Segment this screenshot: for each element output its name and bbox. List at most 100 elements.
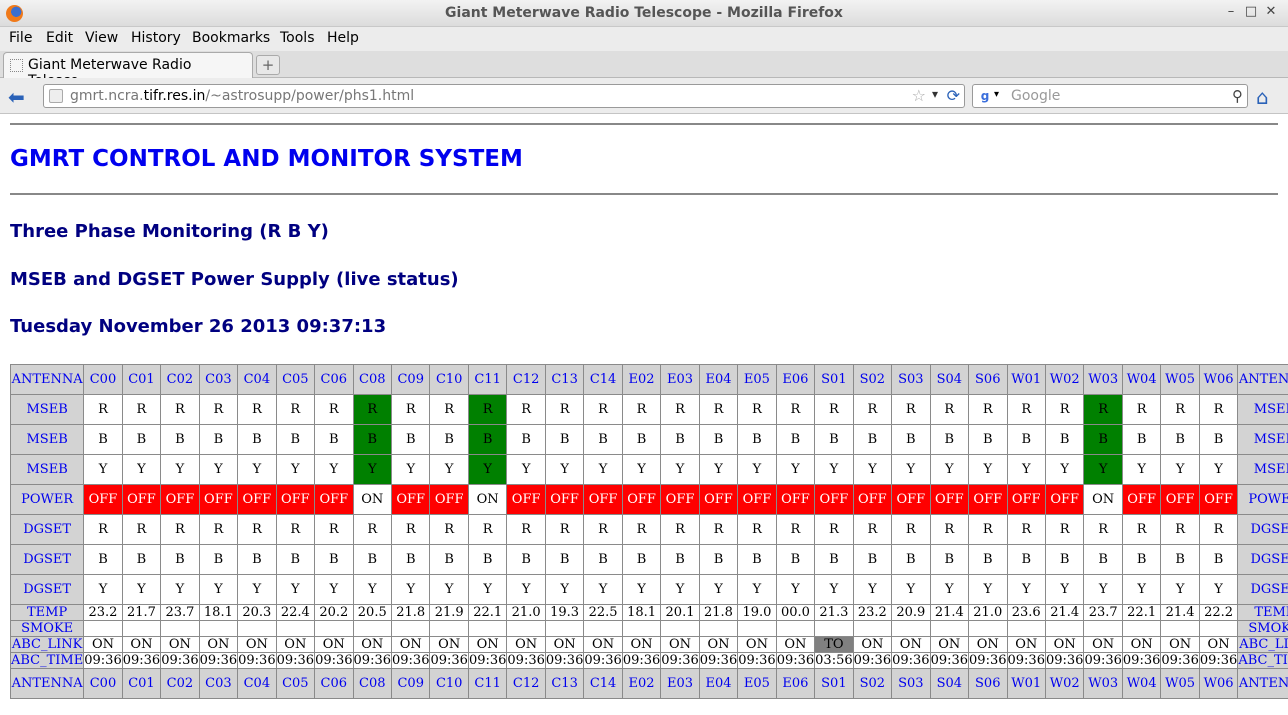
mseb-cell: Y [1006,454,1046,485]
smoke-row: SMOKE SMOKE [9,620,1288,637]
dgset-cell: B [429,544,469,575]
row-label: MSEB [1237,394,1288,425]
smoke-cell [737,620,777,637]
temp-cell: 22.4 [275,604,316,621]
smoke-cell [968,620,1008,637]
power-cell: OFF [506,484,546,515]
antenna-header: E02 [621,364,662,395]
abc-link-cell: TO [814,636,854,653]
antenna-header: C12 [506,364,546,395]
mseb-cell: B [1198,424,1239,455]
url-dropdown-icon[interactable]: ▾ [932,87,938,101]
dgset-cell: Y [160,574,200,605]
binoculars-icon[interactable]: ⚲ [1232,87,1243,105]
google-icon[interactable]: g [977,88,993,104]
temp-cell: 21.8 [390,604,431,621]
mseb-cell: R [121,394,162,425]
search-bar[interactable]: g ▾ Google ⚲ [972,84,1248,108]
dgset-cell: R [929,514,970,545]
site-identity-icon[interactable] [49,89,63,103]
mseb-cell: R [467,394,508,425]
home-icon[interactable]: ⌂ [1256,85,1269,109]
antenna-header: C10 [429,364,469,395]
tab-gmrt[interactable]: Giant Meterwave Radio Telesco... [3,52,253,89]
search-engine-dropdown-icon[interactable]: ▾ [994,89,999,100]
smoke-cell [814,620,854,637]
abc-time-cell: 09:36 [852,652,893,669]
menu-edit[interactable]: Edit [46,30,73,46]
temp-cell: 20.2 [314,604,354,621]
url-bar[interactable]: gmrt.ncra.tifr.res.in/~astrosupp/power/p… [43,84,965,108]
mseb-cell: Y [275,454,316,485]
mseb-cell: Y [237,454,277,485]
antenna-header: C06 [314,364,354,395]
mseb-cell: B [390,424,431,455]
abc-time-cell: 09:36 [1198,652,1239,669]
abc-link-cell: ON [352,636,393,653]
mseb-cell: B [929,424,970,455]
menu-help[interactable]: Help [327,30,359,46]
dgset-cell: Y [237,574,277,605]
row-label: ANTENNA [9,668,85,699]
mseb-cell: B [352,424,393,455]
maximize-button[interactable]: □ [1242,4,1260,19]
antenna-header: C03 [198,668,239,699]
new-tab-button[interactable]: + [256,55,280,75]
dgset-cell: B [314,544,354,575]
dgset-cell: Y [121,574,162,605]
close-button[interactable]: ✕ [1262,4,1280,19]
mseb-cell: R [198,394,239,425]
page-heading: GMRT CONTROL AND MONITOR SYSTEM [10,146,523,172]
smoke-cell [660,620,700,637]
abc-time-cell: 09:36 [929,652,970,669]
power-cell: OFF [1006,484,1046,515]
menu-file[interactable]: File [9,30,32,46]
url-text[interactable]: gmrt.ncra.tifr.res.in/~astrosupp/power/p… [70,88,414,104]
page-content: GMRT CONTROL AND MONITOR SYSTEM Three Ph… [0,115,1288,715]
bookmark-star-icon[interactable]: ☆ [912,86,926,105]
menu-history[interactable]: History [131,30,181,46]
abc-time-cell: 09:36 [237,652,277,669]
mseb-cell: Y [891,454,931,485]
smoke-cell [544,620,585,637]
dgset-cell: Y [814,574,854,605]
mseb-cell: Y [814,454,854,485]
smoke-cell [275,620,316,637]
dgset-cell: Y [737,574,777,605]
dgset-cell: B [1198,544,1239,575]
abc-link-cell: ON [83,636,123,653]
antenna-header: W06 [1198,364,1239,395]
back-arrow-icon[interactable]: ⬅ [8,85,25,109]
temp-cell: 20.3 [237,604,277,621]
antenna-header: E06 [775,668,816,699]
temp-cell: 22.5 [583,604,623,621]
smoke-cell [775,620,816,637]
smoke-cell [852,620,893,637]
dgset-cell: R [467,514,508,545]
menu-bookmarks[interactable]: Bookmarks [192,30,270,46]
temp-cell: 23.7 [160,604,200,621]
dgset-cell: B [1121,544,1162,575]
abc-time-cell: 09:36 [121,652,162,669]
antenna-header: C01 [121,364,162,395]
antenna-header: C11 [467,668,508,699]
antenna-header: E04 [698,668,739,699]
abc-time-cell: 09:36 [429,652,469,669]
dgset-cell: Y [506,574,546,605]
antenna-header: C04 [237,668,277,699]
search-input[interactable]: Google [1011,88,1060,104]
mseb-cell: B [160,424,200,455]
dgset-cell: B [698,544,739,575]
dgset-cell: R [198,514,239,545]
row-label: TEMP [9,604,85,621]
abc-time-cell: 03:56 [814,652,854,669]
smoke-cell [929,620,970,637]
menu-view[interactable]: View [85,30,118,46]
reload-icon[interactable]: ⟳ [947,86,960,105]
antenna-header: E03 [660,668,700,699]
antenna-header: C11 [467,364,508,395]
row-label: ABC_TIME [1237,652,1288,669]
minimize-button[interactable]: – [1222,4,1240,19]
power-cell: OFF [198,484,239,515]
menu-tools[interactable]: Tools [280,30,315,46]
